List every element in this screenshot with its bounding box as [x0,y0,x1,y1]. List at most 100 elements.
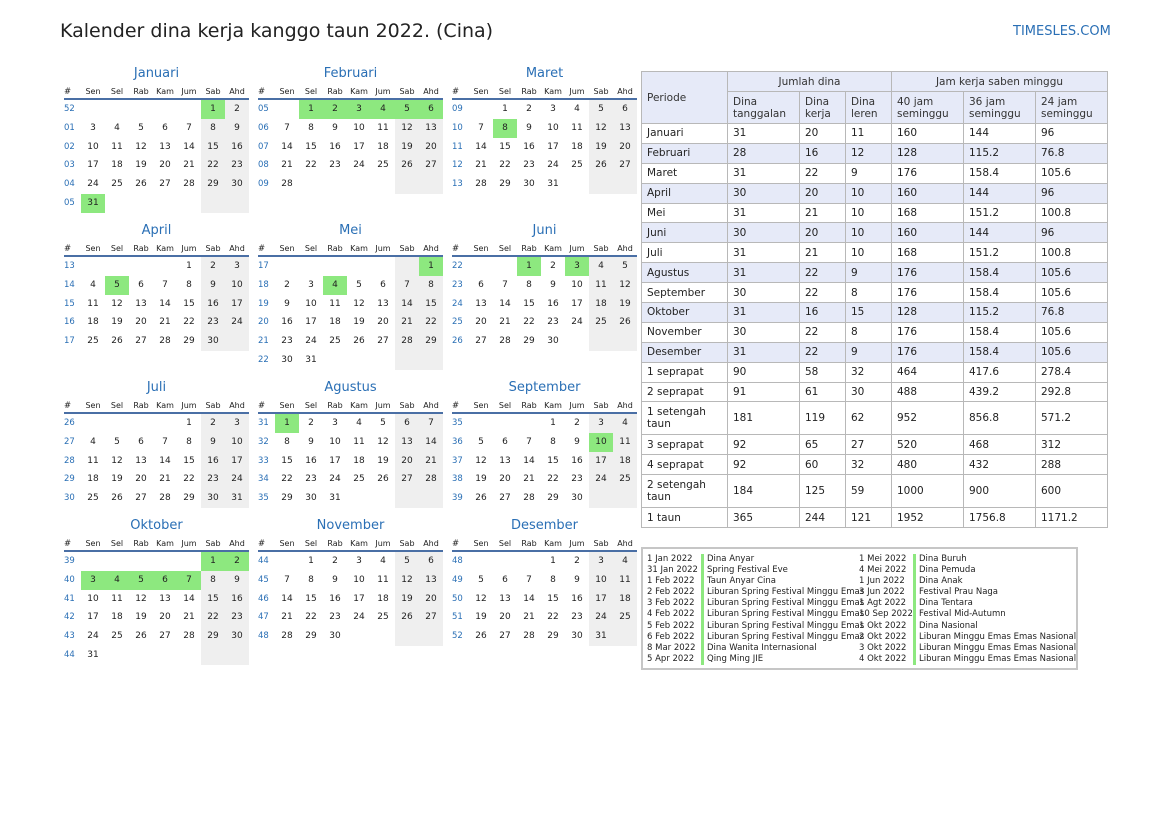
value-cell: 365 [727,507,800,529]
day-cell: 28 [499,336,511,347]
day-cell: 13 [499,455,511,466]
value-cell: 160 [891,123,964,144]
day-cell: 30 [201,332,225,351]
table-row: Juli 31 21 10 168 151.2 100.8 [641,242,1108,264]
value-cell: 8 [845,282,892,304]
day-cell: 23 [281,336,293,347]
value-cell: 168 [891,242,964,264]
weekday-label: Sab [205,539,221,548]
day-cell: 28 [159,493,171,504]
week-row: 47 21 22 23 24 25 26 27 [258,608,443,628]
weekday-label: Rab [521,87,537,96]
weekday-label: Ahd [229,401,245,410]
day-cell: 14 [523,593,535,604]
day-cell: 26 [475,493,487,504]
weekday-label: Ahd [617,539,633,548]
period-cell: Oktober [641,302,728,323]
day-cell: 5 [395,100,419,119]
day-cell: 2 [225,100,249,119]
day-cell: 3 [565,257,589,276]
day-cell: 22 [183,474,195,485]
table-row: 2 seprapat 91 61 30 488 439.2 292.8 [641,381,1108,403]
value-cell: 184 [727,474,800,509]
day-cell: 3 [332,418,338,428]
day-cell: 18 [589,294,613,314]
value-cell: 12 [845,142,892,164]
month-block: Agustus # Sen Sel Rab Kam Jum Sab Ahd 31 1 2 3 4 5 6 7 32… [258,380,443,508]
day-cell: 25 [571,160,583,171]
day-cell: 16 [225,137,249,157]
table-row: 2 setengah taun 184 125 59 1000 900 600 [641,474,1108,509]
value-cell: 952 [891,401,964,436]
day-cell: 28 [419,470,443,490]
empty-cell [105,552,129,571]
day-cell: 28 [281,179,293,190]
weekday-label: Rab [327,87,343,96]
day-cell: 25 [87,493,99,504]
weekday-label: Kam [544,244,562,253]
value-cell: 432 [963,454,1036,476]
day-cell: 12 [353,298,365,309]
day-cell: 2 [332,556,338,566]
weekday-label: Kam [544,87,562,96]
weekday-label: Ahd [617,401,633,410]
week-row: 12 21 22 23 24 25 26 27 [452,156,637,176]
holiday-item: 1 Okt 2022 Dina Nasional [859,620,1076,632]
weekday-label: Ahd [423,244,439,253]
day-cell: 23 [305,474,317,485]
day-cell: 16 [571,593,583,604]
day-cell: 16 [523,141,535,152]
day-cell: 23 [571,612,583,623]
day-cell: 20 [499,474,511,485]
week-row: 40 3 4 5 6 7 8 9 [64,570,249,590]
empty-cell [469,414,493,433]
day-cell: 13 [377,298,389,309]
week-row: 03 17 18 19 20 21 22 23 [64,156,249,176]
day-cell: 27 [135,336,147,347]
day-cell: 24 [589,608,613,628]
empty-cell [225,332,249,351]
day-cell: 28 [523,493,535,504]
week-number: 01 [64,122,75,133]
holiday-date: 4 Mei 2022 [859,565,907,576]
week-row: 41 10 11 12 13 14 15 16 [64,589,249,609]
weekday-label: Sab [593,244,609,253]
holiday-item: 8 Mar 2022 Dina Wanita Internasional [647,642,864,654]
brand-link[interactable]: TIMESLES.COM [1013,24,1111,39]
month-block: Oktober # Sen Sel Rab Kam Jum Sab Ahd 39 1 2 40 3 4 5 6 7… [64,518,249,665]
empty-cell [81,552,105,571]
day-cell: 20 [395,451,419,471]
value-cell: 160 [891,182,964,204]
value-cell: 158.4 [963,262,1036,284]
week-row: 25 20 21 22 23 24 25 26 [452,313,637,333]
day-cell: 14 [183,141,195,152]
holiday-item: 6 Feb 2022 Liburan Spring Festival Minggu… [647,631,864,643]
day-cell: 4 [90,436,96,447]
weekday-label: Jum [569,401,585,410]
weekday-label: Sab [205,244,221,253]
day-cell: 20 [475,317,487,328]
day-cell: 29 [547,631,559,642]
empty-cell [493,257,517,276]
week-row: 38 19 20 21 22 23 24 25 [452,470,637,490]
day-cell: 17 [225,294,249,314]
day-cell: 27 [135,493,147,504]
day-cell: 19 [475,612,487,623]
day-cell: 21 [523,612,535,623]
day-cell: 28 [475,179,487,190]
week-number: 17 [64,336,75,347]
day-cell: 6 [419,100,443,119]
day-cell: 13 [419,570,443,590]
day-cell: 7 [419,414,443,433]
value-cell: 128 [891,302,964,323]
empty-cell [153,100,177,119]
value-cell: 9 [845,262,892,284]
empty-cell [105,257,129,276]
day-cell: 29 [281,493,293,504]
table-body: Januari 31 20 11 160 144 96 Februari 28 16 12 128 11… [641,123,1108,529]
day-cell: 16 [571,455,583,466]
weekday-label: Rab [133,87,149,96]
empty-cell [395,489,419,508]
page-title: Kalender dina kerja kanggo taun 2022. (C… [60,20,494,42]
day-cell: 22 [183,317,195,328]
